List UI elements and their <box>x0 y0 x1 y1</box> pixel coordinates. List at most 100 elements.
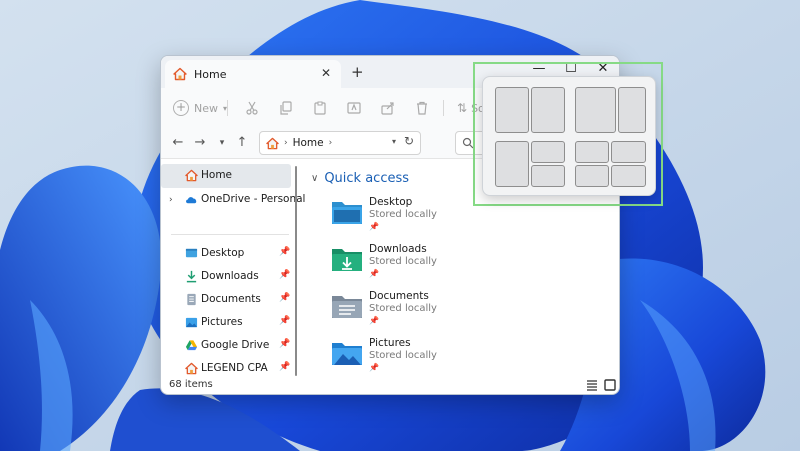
sidebar-item-label: Documents <box>201 293 261 305</box>
home-icon <box>173 67 187 81</box>
chevron-down-icon: ∨ <box>311 173 319 184</box>
tab-title: Home <box>194 67 227 81</box>
delete-button[interactable] <box>411 97 433 119</box>
copy-button[interactable] <box>275 97 297 119</box>
address-dropdown-icon[interactable]: ▾ <box>392 137 396 146</box>
sidebar-item-google-drive[interactable]: Google Drive 📌 <box>161 334 291 358</box>
sidebar-item-label: Desktop <box>201 247 245 259</box>
tiles-view-icon[interactable] <box>603 378 617 392</box>
sidebar-item-label: Downloads <box>201 270 259 282</box>
plus-icon: + <box>173 100 189 116</box>
snap-zone-left-half[interactable] <box>495 87 529 133</box>
cloud-icon <box>186 197 197 204</box>
chevron-right-icon[interactable]: › <box>169 195 173 205</box>
item-location: Stored locally <box>369 256 437 267</box>
sidebar-item-home[interactable]: Home <box>161 164 291 188</box>
rename-button[interactable] <box>343 97 365 119</box>
item-location: Stored locally <box>369 350 437 361</box>
copy-icon <box>280 101 292 115</box>
snap-zone-wide-left[interactable] <box>575 87 616 133</box>
quick-access-item-pictures[interactable]: Pictures Stored locally 📌 <box>331 337 571 381</box>
new-button-label: New <box>194 101 218 115</box>
sidebar-scrollbar[interactable] <box>295 166 297 376</box>
sort-icon: ⇅ <box>457 101 468 115</box>
download-icon <box>186 270 197 283</box>
snap-zone-right-half[interactable] <box>531 87 565 133</box>
tab-home[interactable]: Home ✕ <box>165 60 341 88</box>
home-icon <box>185 169 198 182</box>
toolbar-divider <box>443 100 444 116</box>
breadcrumb-separator-icon: › <box>284 138 288 148</box>
paste-icon <box>314 101 326 115</box>
status-bar: 68 items <box>161 377 619 394</box>
pin-icon[interactable]: 📌 <box>279 362 290 372</box>
pin-icon: 📌 <box>369 222 379 231</box>
delete-icon <box>417 101 427 115</box>
sidebar-item-label: OneDrive - Personal <box>201 193 306 205</box>
snap-zone-bottom-right[interactable] <box>531 165 565 187</box>
documents-icon <box>187 293 196 306</box>
pin-icon[interactable]: 📌 <box>279 247 290 257</box>
pin-icon[interactable]: 📌 <box>279 316 290 326</box>
documents-folder-icon <box>332 296 362 318</box>
item-name: Pictures <box>369 337 411 349</box>
snap-zone-quadrant-bottom-left[interactable] <box>575 165 609 187</box>
pin-icon: 📌 <box>369 363 379 372</box>
snap-zone-narrow-right[interactable] <box>618 87 646 133</box>
pin-icon: 📌 <box>369 269 379 278</box>
downloads-folder-icon <box>332 249 362 271</box>
address-field[interactable]: › Home › ▾ ↻ <box>259 131 421 155</box>
rename-icon <box>347 102 361 114</box>
sidebar-item-label: Google Drive <box>201 339 270 351</box>
cut-button[interactable] <box>241 97 263 119</box>
pin-icon[interactable]: 📌 <box>279 339 290 349</box>
forward-arrow-icon[interactable]: → <box>191 134 209 152</box>
sidebar-item-label: Home <box>201 169 233 181</box>
quick-access-item-downloads[interactable]: Downloads Stored locally 📌 <box>331 243 571 287</box>
navigation-pane: Home › OneDrive - Personal Desktop 📌 Dow… <box>161 159 305 377</box>
desktop-icon <box>185 248 198 258</box>
item-count: 68 items <box>169 379 213 390</box>
sidebar-item-downloads[interactable]: Downloads 📌 <box>161 265 291 289</box>
sidebar-item-onedrive[interactable]: › OneDrive - Personal <box>161 188 305 212</box>
close-tab-icon[interactable]: ✕ <box>321 66 331 80</box>
pin-icon[interactable]: 📌 <box>279 293 290 303</box>
recent-locations-chevron-icon[interactable]: ▾ <box>213 134 231 152</box>
quick-access-item-documents[interactable]: Documents Stored locally 📌 <box>331 290 571 334</box>
item-name: Downloads <box>369 243 427 255</box>
sidebar-item-desktop[interactable]: Desktop 📌 <box>161 242 291 266</box>
sidebar-item-pictures[interactable]: Pictures 📌 <box>161 311 291 335</box>
back-arrow-icon[interactable]: ← <box>169 134 187 152</box>
toolbar-divider <box>227 100 228 116</box>
new-tab-button[interactable]: + <box>351 63 364 81</box>
snap-zone-quadrant-top-right[interactable] <box>611 141 646 163</box>
sidebar-divider <box>171 234 289 235</box>
pin-icon: 📌 <box>369 316 379 325</box>
sidebar-item-label: LEGEND CPA <box>201 362 268 374</box>
breadcrumb-location[interactable]: Home <box>293 137 324 149</box>
section-title: Quick access <box>324 171 410 186</box>
item-location: Stored locally <box>369 209 437 220</box>
up-arrow-icon[interactable]: ↑ <box>233 134 251 152</box>
item-name: Documents <box>369 290 429 302</box>
paste-button[interactable] <box>309 97 331 119</box>
snap-zone-top-right[interactable] <box>531 141 565 163</box>
snap-zone-left-column[interactable] <box>495 141 529 187</box>
breadcrumb-separator-icon: › <box>328 138 333 148</box>
sidebar-item-label: Pictures <box>201 316 243 328</box>
snap-zone-quadrant-top-left[interactable] <box>575 141 609 163</box>
item-location: Stored locally <box>369 303 437 314</box>
new-button[interactable]: + New ▾ <box>173 97 227 119</box>
snap-zone-quadrant-bottom-right[interactable] <box>611 165 646 187</box>
refresh-icon[interactable]: ↻ <box>404 134 414 148</box>
pin-icon[interactable]: 📌 <box>279 270 290 280</box>
item-name: Desktop <box>369 196 413 208</box>
quick-access-header[interactable]: ∨ Quick access <box>311 171 409 186</box>
home-icon <box>185 362 198 375</box>
share-button[interactable] <box>377 97 399 119</box>
sidebar-item-documents[interactable]: Documents 📌 <box>161 288 291 312</box>
details-view-icon[interactable] <box>585 378 599 392</box>
pictures-folder-icon <box>332 343 362 365</box>
snap-layouts-flyout <box>482 76 656 196</box>
share-icon <box>381 102 394 115</box>
